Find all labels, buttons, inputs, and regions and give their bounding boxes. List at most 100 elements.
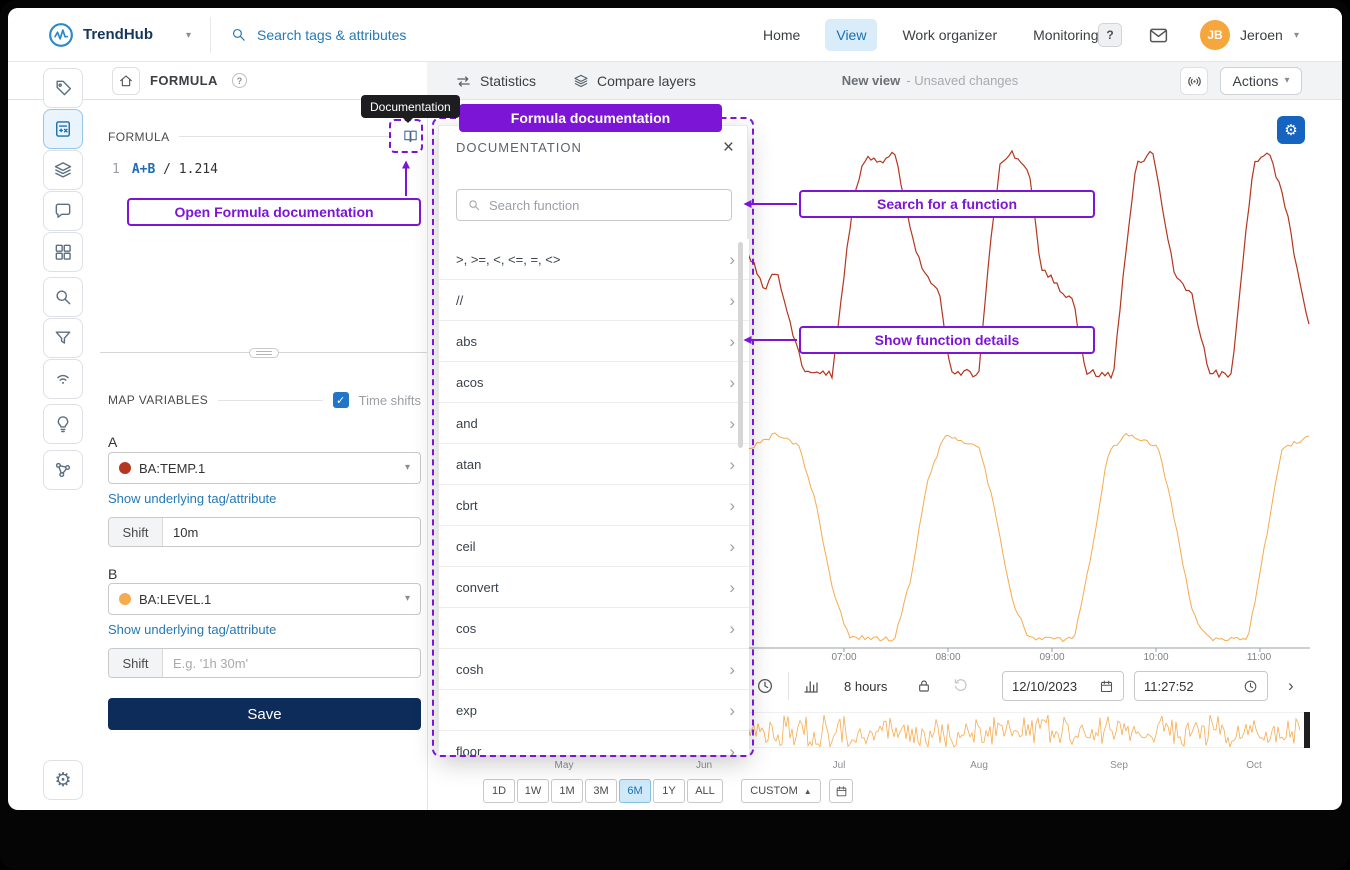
callout-text: Search for a function [877,196,1017,212]
time-shifts-checkbox[interactable]: ✓ [333,392,349,408]
sidebar-formula-button[interactable] [43,109,83,149]
function-list-item[interactable]: atan› [439,444,749,485]
range-all-button[interactable]: ALL [687,779,723,803]
layers-icon [53,160,73,180]
statistics-button[interactable]: Statistics [447,67,544,95]
actions-button[interactable]: Actions ▾ [1220,67,1302,95]
range-6m-button[interactable]: 6M [619,779,651,803]
clock-icon[interactable] [756,677,774,695]
compare-layers-button[interactable]: Compare layers [565,67,704,95]
line-number: 1 [112,162,120,177]
function-list-item[interactable]: exp› [439,690,749,731]
chevron-right-icon: › [729,702,735,719]
sidebar-fingerprint-button[interactable] [43,359,83,399]
avatar[interactable]: JB [1200,20,1230,50]
user-caret-icon[interactable]: ▾ [1294,31,1299,41]
month-label: Jun [684,760,724,771]
function-name: // [456,293,463,308]
function-name: and [456,416,478,431]
function-search-input[interactable] [489,198,721,213]
range-3m-button[interactable]: 3M [585,779,617,803]
time-input[interactable]: 11:27:52 [1134,671,1268,701]
formula-editor[interactable]: 1 A+B / 1.214 [100,154,427,352]
shift-a-input[interactable] [163,518,420,546]
date-input[interactable]: 12/10/2023 [1002,671,1124,701]
step-forward-button[interactable]: › [1288,670,1294,702]
global-search[interactable]: Search tags & attributes [230,8,406,61]
function-list-item[interactable]: >, >=, <, <=, =, <>› [439,239,749,280]
function-list-item[interactable]: convert› [439,567,749,608]
history-icon[interactable] [952,677,969,694]
sidebar-tags-button[interactable] [43,68,83,108]
function-list-item[interactable]: cosh› [439,649,749,690]
custom-range-button[interactable]: CUSTOM ▲ [741,779,821,803]
workspace-caret-icon[interactable]: ▾ [186,31,191,41]
trendhub-logo [48,22,74,48]
sidebar-context-button[interactable] [43,450,83,490]
map-variables-header: MAP VARIABLES ✓ Time shifts [108,392,421,408]
view-name: New view [842,73,901,88]
function-list-item[interactable]: and› [439,403,749,444]
function-list-item[interactable]: ceil› [439,526,749,567]
sidebar-dashboard-button[interactable] [43,232,83,272]
trend-bars-icon[interactable] [802,677,820,695]
home-button[interactable] [112,67,140,95]
topbar-divider [210,17,211,53]
brand-block[interactable]: TrendHub [48,8,153,61]
variable-a-select[interactable]: BA:TEMP.1 ▾ [108,452,421,484]
sidebar-search-button[interactable] [43,277,83,317]
range-1y-button[interactable]: 1Y [653,779,685,803]
user-name[interactable]: Jeroen [1240,8,1283,61]
chevron-right-icon: › [729,292,735,309]
trend-chart[interactable] [748,100,1310,660]
show-underlying-link-b[interactable]: Show underlying tag/attribute [108,622,276,637]
scrollbar[interactable] [738,242,743,448]
nav-work-organizer[interactable]: Work organizer [891,19,1008,51]
function-list-item[interactable]: // › [439,280,749,321]
custom-range-picker-button[interactable] [829,779,853,803]
help-button[interactable]: ? [1098,23,1122,47]
open-documentation-button[interactable] [402,128,419,145]
nav-monitoring[interactable]: Monitoring [1022,19,1109,51]
range-1d-button[interactable]: 1D [483,779,515,803]
show-underlying-link-a[interactable]: Show underlying tag/attribute [108,491,276,506]
function-list-item[interactable]: acos› [439,362,749,403]
question-mark-icon: ? [1106,28,1113,42]
function-list-item[interactable]: cbrt› [439,485,749,526]
function-list-item[interactable]: abs› [439,321,749,362]
variable-a-label: A [108,434,117,450]
lock-icon[interactable] [916,678,932,694]
close-icon[interactable]: × [723,138,734,157]
range-1m-button[interactable]: 1M [551,779,583,803]
layers-icon [573,73,589,89]
chart-settings-button[interactable]: ⚙ [1277,116,1305,144]
sidebar-recommendations-button[interactable] [43,404,83,444]
nav-view[interactable]: View [825,19,877,51]
fingerprint-icon [53,369,73,389]
function-name: cbrt [456,498,478,513]
documentation-icon [402,128,419,145]
duration-label[interactable]: 8 hours [844,670,887,702]
live-mode-button[interactable] [1180,67,1208,95]
mail-icon[interactable] [1148,25,1169,46]
save-button[interactable]: Save [108,698,421,730]
sidebar-comments-button[interactable] [43,191,83,231]
function-list-item[interactable]: cos› [439,608,749,649]
variable-b-select[interactable]: BA:LEVEL.1 ▾ [108,583,421,615]
search-icon [230,26,247,43]
range-selector: 1D 1W 1M 3M 6M 1Y ALL CUSTOM ▲ [8,779,1342,803]
function-list-item[interactable]: floor› [439,731,749,755]
overview-right-handle[interactable] [1304,712,1310,748]
x-tick-label: 09:00 [1030,652,1074,663]
overview-strip[interactable] [748,712,1310,748]
help-icon[interactable]: ? [232,73,247,88]
date-value: 12/10/2023 [1012,679,1091,694]
sidebar-filter-button[interactable] [43,318,83,358]
chevron-right-icon: › [729,333,735,350]
code-expression: A+B [132,162,155,177]
global-search-placeholder: Search tags & attributes [257,27,406,43]
editor-resize-handle[interactable] [249,348,279,358]
nav-home[interactable]: Home [752,19,811,51]
range-1w-button[interactable]: 1W [517,779,549,803]
sidebar-layers-button[interactable] [43,150,83,190]
